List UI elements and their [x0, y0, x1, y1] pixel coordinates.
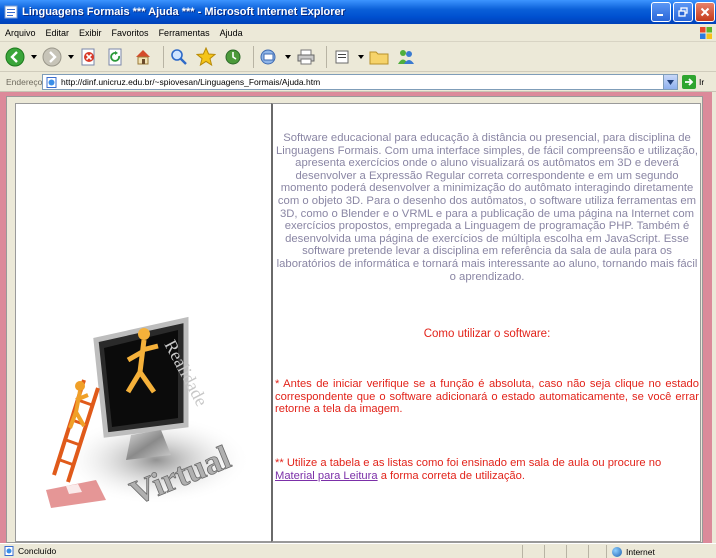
status-text: Concluído: [18, 546, 57, 556]
go-label: Ir: [699, 77, 705, 87]
ie-page-icon: [4, 5, 18, 19]
close-button[interactable]: [695, 2, 715, 22]
toolbar: [0, 42, 716, 72]
chevron-down-icon: [31, 54, 37, 59]
toolbar-separator: [326, 45, 327, 68]
address-dropdown[interactable]: [663, 75, 677, 89]
help-text-cell: Software educacional para educação à dis…: [271, 103, 701, 542]
minimize-icon: [657, 14, 663, 16]
forward-dropdown[interactable]: [68, 46, 74, 68]
illustration-cell: Realidade Virtual: [15, 103, 273, 542]
note2-text-after: a forma correta de utilização.: [377, 469, 525, 482]
page-viewport[interactable]: Realidade Virtual Software educacional p…: [0, 92, 716, 543]
forward-button[interactable]: [41, 46, 63, 68]
menu-bar: Arquivo Editar Exibir Favoritos Ferramen…: [0, 24, 716, 42]
chevron-down-icon: [68, 54, 74, 59]
address-bar: Endereço http://dinf.unicruz.edu.br/~spi…: [0, 72, 716, 92]
forward-icon: [42, 47, 62, 66]
vertical-scrollbar[interactable]: [712, 92, 716, 543]
toolbar-separator: [253, 45, 254, 68]
page-done-icon: [4, 546, 14, 556]
messenger-icon: [398, 49, 414, 64]
status-pane: [566, 545, 567, 558]
go-button[interactable]: Ir: [682, 74, 704, 90]
status-pane: [588, 545, 589, 558]
stop-button[interactable]: [78, 46, 100, 68]
address-label: Endereço: [6, 76, 43, 87]
history-button[interactable]: [222, 46, 244, 68]
status-bar: Concluído Internet: [0, 543, 716, 558]
zone-label: Internet: [626, 546, 655, 557]
history-icon: [225, 49, 241, 64]
favorites-button[interactable]: [195, 46, 217, 68]
back-button[interactable]: [4, 46, 26, 68]
chevron-down-icon: [285, 54, 291, 59]
window-title: Linguagens Formais *** Ajuda *** - Micro…: [22, 6, 345, 18]
chevron-down-icon: [358, 54, 364, 59]
home-button[interactable]: [132, 46, 154, 68]
menu-arquivo[interactable]: Arquivo: [0, 28, 41, 38]
browser-window: Linguagens Formais *** Ajuda *** - Micro…: [0, 0, 716, 558]
security-zone: Internet: [612, 545, 655, 558]
title-bar[interactable]: Linguagens Formais *** Ajuda *** - Micro…: [0, 0, 716, 24]
stop-icon: [81, 48, 95, 65]
status-pane: [522, 545, 523, 558]
mail-dropdown[interactable]: [285, 46, 291, 68]
virtual-reality-illustration: Realidade Virtual: [46, 316, 246, 510]
print-icon: [297, 49, 315, 64]
edit-button[interactable]: [331, 46, 353, 68]
instruction-note-2: ** Utilize a tabela e as listas como foi…: [275, 457, 699, 482]
address-input[interactable]: http://dinf.unicruz.edu.br/~spiovesan/Li…: [42, 74, 678, 90]
reading-material-link[interactable]: Material para Leitura: [275, 470, 378, 482]
folder-icon: [369, 51, 389, 64]
address-url: http://dinf.unicruz.edu.br/~spiovesan/Li…: [61, 77, 321, 87]
mail-button[interactable]: [258, 46, 280, 68]
layout-table: Realidade Virtual Software educacional p…: [6, 96, 703, 543]
globe-icon: [612, 546, 622, 557]
edit-dropdown[interactable]: [358, 46, 364, 68]
minimize-button[interactable]: [651, 2, 671, 22]
restore-button[interactable]: [673, 2, 693, 22]
page-icon: [46, 76, 57, 88]
menu-ajuda[interactable]: Ajuda: [215, 28, 248, 38]
intro-paragraph: Software educacional para educação à dis…: [276, 132, 698, 283]
chevron-down-icon: [667, 79, 674, 85]
menu-exibir[interactable]: Exibir: [74, 28, 107, 38]
print-button[interactable]: [295, 46, 317, 68]
menu-editar[interactable]: Editar: [41, 28, 75, 38]
note2-text-before: ** Utilize a tabela e as listas como foi…: [275, 456, 662, 469]
close-icon: [700, 7, 710, 17]
status-pane: [544, 545, 545, 558]
messenger-button[interactable]: [395, 46, 417, 68]
folder-button[interactable]: [368, 46, 390, 68]
menu-favoritos[interactable]: Favoritos: [107, 28, 154, 38]
restore-icon: [678, 7, 688, 17]
favorites-icon: [196, 46, 216, 66]
search-button[interactable]: [168, 46, 190, 68]
instruction-note-1: * Antes de iniciar verifique se a função…: [275, 378, 699, 416]
mail-icon: [260, 49, 276, 64]
refresh-icon: [108, 48, 122, 65]
howto-heading: Como utilizar o software:: [423, 328, 551, 341]
status-pane: [606, 545, 607, 558]
refresh-button[interactable]: [105, 46, 127, 68]
windows-logo-icon: [700, 27, 712, 39]
go-arrow-icon: [682, 75, 696, 89]
back-icon: [5, 47, 25, 66]
menu-ferramentas[interactable]: Ferramentas: [154, 28, 215, 38]
home-icon: [136, 49, 150, 64]
back-dropdown[interactable]: [31, 46, 37, 68]
edit-icon: [335, 50, 349, 63]
toolbar-separator: [163, 45, 164, 68]
search-icon: [171, 48, 187, 65]
